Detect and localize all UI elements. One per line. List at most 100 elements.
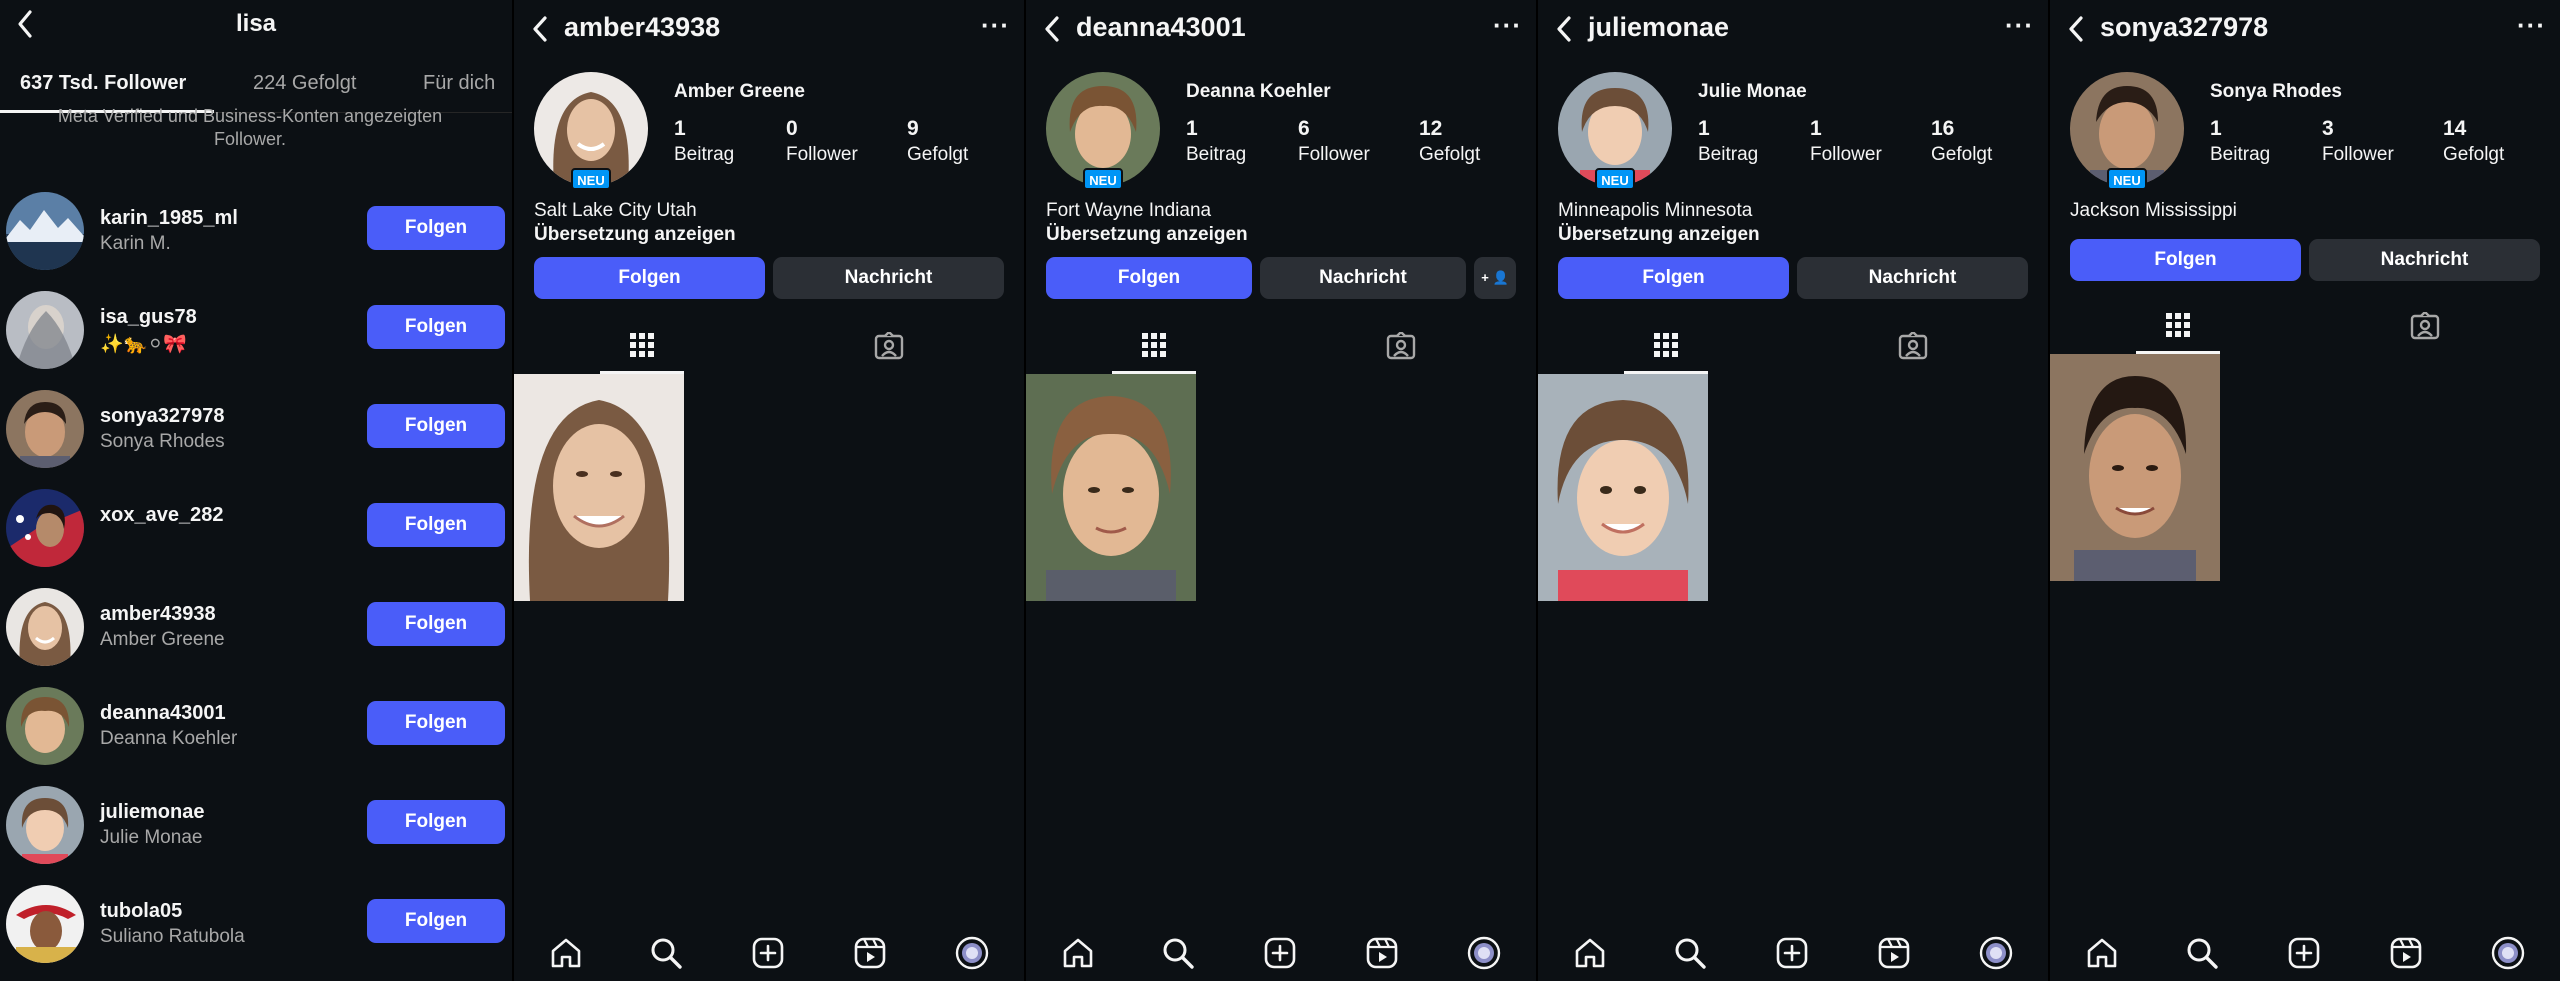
tab-posts-grid[interactable] (1112, 322, 1196, 374)
list-item[interactable]: deanna43001 Deanna Koehler Folgen (0, 673, 512, 772)
home-icon[interactable] (2084, 935, 2120, 971)
list-item[interactable]: juliemonae Julie Monae Folgen (0, 772, 512, 871)
reels-icon[interactable] (852, 935, 888, 971)
tab-posts-grid[interactable] (2136, 302, 2220, 354)
posts-stat[interactable]: 1 Beitrag (1698, 117, 1758, 166)
list-item[interactable]: isa_gus78 ✨🐆⚪🎀 Folgen (0, 277, 512, 376)
message-button[interactable]: Nachricht (773, 257, 1004, 299)
followers-stat[interactable]: 6 Follower (1298, 117, 1370, 166)
tab-posts-grid[interactable] (1624, 322, 1708, 374)
create-icon[interactable] (750, 935, 786, 971)
post-thumbnail[interactable] (2050, 354, 2220, 581)
more-dots-icon[interactable]: ··· (2005, 10, 2034, 41)
search-icon[interactable] (2184, 935, 2220, 971)
search-icon[interactable] (648, 935, 684, 971)
more-dots-icon[interactable]: ··· (1493, 10, 1522, 41)
follow-button[interactable]: Folgen (367, 602, 505, 646)
search-icon[interactable] (1672, 935, 1708, 971)
tab-followers[interactable]: 637 Tsd. Follower (20, 72, 186, 95)
profile-avatar[interactable]: NEU (1046, 72, 1160, 190)
avatar[interactable] (6, 687, 84, 765)
username[interactable]: isa_gus78 (100, 306, 197, 329)
following-stat[interactable]: 14 Gefolgt (2443, 117, 2504, 166)
username[interactable]: tubola05 (100, 900, 182, 923)
avatar[interactable] (6, 192, 84, 270)
follow-button[interactable]: Folgen (1558, 257, 1789, 299)
show-translation-link[interactable]: Übersetzung anzeigen (534, 224, 736, 246)
avatar[interactable] (6, 885, 84, 963)
more-dots-icon[interactable]: ··· (2517, 10, 2546, 41)
profile-avatar[interactable]: NEU (2070, 72, 2184, 190)
follow-button[interactable]: Folgen (367, 305, 505, 349)
list-item[interactable]: tubola05 Suliano Ratubola Folgen (0, 871, 512, 970)
home-icon[interactable] (1572, 935, 1608, 971)
back-chevron-icon[interactable] (528, 12, 552, 46)
username[interactable]: karin_1985_ml (100, 207, 238, 230)
list-item[interactable]: amber43938 Amber Greene Folgen (0, 574, 512, 673)
create-icon[interactable] (1262, 935, 1298, 971)
posts-stat[interactable]: 1 Beitrag (1186, 117, 1246, 166)
create-icon[interactable] (2286, 935, 2322, 971)
list-item[interactable]: karin_1985_ml Karin M. Folgen (0, 178, 512, 277)
reels-icon[interactable] (2388, 935, 2424, 971)
search-icon[interactable] (1160, 935, 1196, 971)
suggest-users-button[interactable]: + 👤 (1474, 257, 1516, 299)
back-chevron-icon[interactable] (1040, 12, 1064, 46)
username[interactable]: sonya327978 (100, 405, 225, 428)
avatar[interactable] (6, 588, 84, 666)
follow-button[interactable]: Folgen (367, 503, 505, 547)
message-button[interactable]: Nachricht (1260, 257, 1466, 299)
message-button[interactable]: Nachricht (2309, 239, 2540, 281)
avatar[interactable] (6, 291, 84, 369)
tab-following[interactable]: 224 Gefolgt (253, 72, 356, 95)
follow-button[interactable]: Folgen (367, 404, 505, 448)
avatar[interactable] (6, 489, 84, 567)
profile-icon[interactable] (1466, 935, 1502, 971)
follow-button[interactable]: Folgen (367, 800, 505, 844)
reels-icon[interactable] (1364, 935, 1400, 971)
show-translation-link[interactable]: Übersetzung anzeigen (1558, 224, 1760, 246)
follow-button[interactable]: Folgen (2070, 239, 2301, 281)
tab-tagged[interactable] (2383, 302, 2467, 354)
profile-icon[interactable] (1978, 935, 2014, 971)
followers-stat[interactable]: 3 Follower (2322, 117, 2394, 166)
posts-stat[interactable]: 1 Beitrag (674, 117, 734, 166)
tab-tagged[interactable] (1871, 322, 1955, 374)
avatar[interactable] (6, 390, 84, 468)
username[interactable]: juliemonae (100, 801, 204, 824)
profile-avatar[interactable]: NEU (534, 72, 648, 190)
username[interactable]: deanna43001 (100, 702, 226, 725)
following-stat[interactable]: 9 Gefolgt (907, 117, 968, 166)
message-button[interactable]: Nachricht (1797, 257, 2028, 299)
home-icon[interactable] (548, 935, 584, 971)
follow-button[interactable]: Folgen (534, 257, 765, 299)
username[interactable]: amber43938 (100, 603, 216, 626)
followers-stat[interactable]: 1 Follower (1810, 117, 1882, 166)
following-stat[interactable]: 12 Gefolgt (1419, 117, 1480, 166)
create-icon[interactable] (1774, 935, 1810, 971)
avatar[interactable] (6, 786, 84, 864)
tab-tagged[interactable] (1359, 322, 1443, 374)
back-chevron-icon[interactable] (2064, 12, 2088, 46)
show-translation-link[interactable]: Übersetzung anzeigen (1046, 224, 1248, 246)
reels-icon[interactable] (1876, 935, 1912, 971)
profile-icon[interactable] (2490, 935, 2526, 971)
home-icon[interactable] (1060, 935, 1096, 971)
followers-stat[interactable]: 0 Follower (786, 117, 858, 166)
post-thumbnail[interactable] (1538, 374, 1708, 601)
follow-button[interactable]: Folgen (367, 701, 505, 745)
more-dots-icon[interactable]: ··· (981, 10, 1010, 41)
follow-button[interactable]: Folgen (367, 899, 505, 943)
profile-icon[interactable] (954, 935, 990, 971)
follow-button[interactable]: Folgen (1046, 257, 1252, 299)
list-item[interactable]: sonya327978 Sonya Rhodes Folgen (0, 376, 512, 475)
post-thumbnail[interactable] (514, 374, 684, 601)
post-thumbnail[interactable] (1026, 374, 1196, 601)
list-item[interactable]: xox_ave_282 Folgen (0, 475, 512, 574)
posts-stat[interactable]: 1 Beitrag (2210, 117, 2270, 166)
follow-button[interactable]: Folgen (367, 206, 505, 250)
tab-posts-grid[interactable] (600, 322, 684, 374)
username[interactable]: xox_ave_282 (100, 504, 223, 527)
profile-avatar[interactable]: NEU (1558, 72, 1672, 190)
back-chevron-icon[interactable] (1552, 12, 1576, 46)
